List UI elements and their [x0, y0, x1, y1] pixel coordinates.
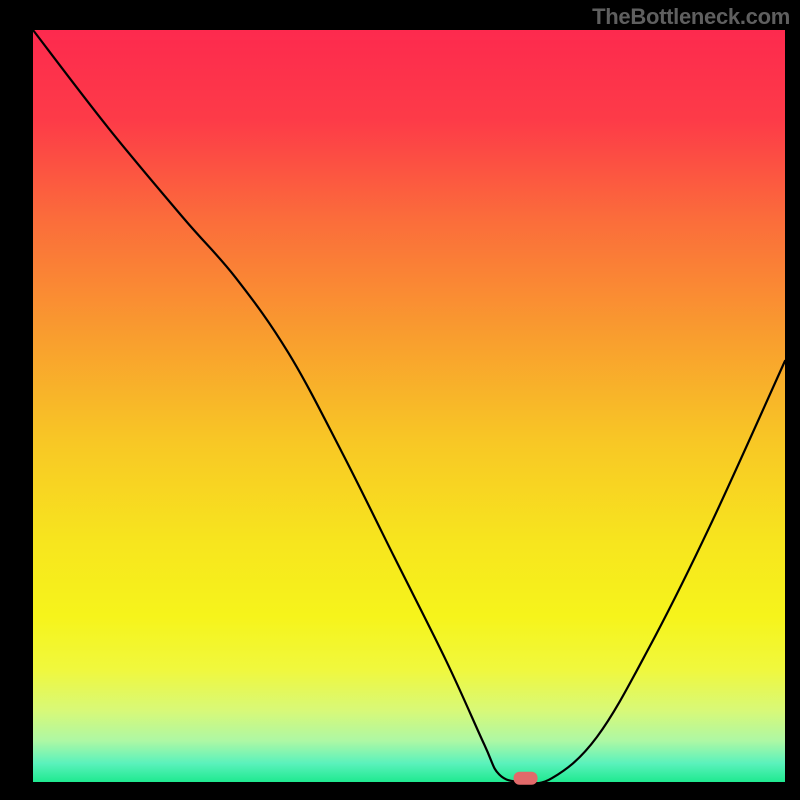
optimal-point-marker	[514, 772, 538, 785]
gradient-background	[33, 30, 785, 782]
bottleneck-chart-svg	[0, 0, 800, 800]
watermark-text: TheBottleneck.com	[592, 4, 790, 30]
chart-frame: TheBottleneck.com	[0, 0, 800, 800]
